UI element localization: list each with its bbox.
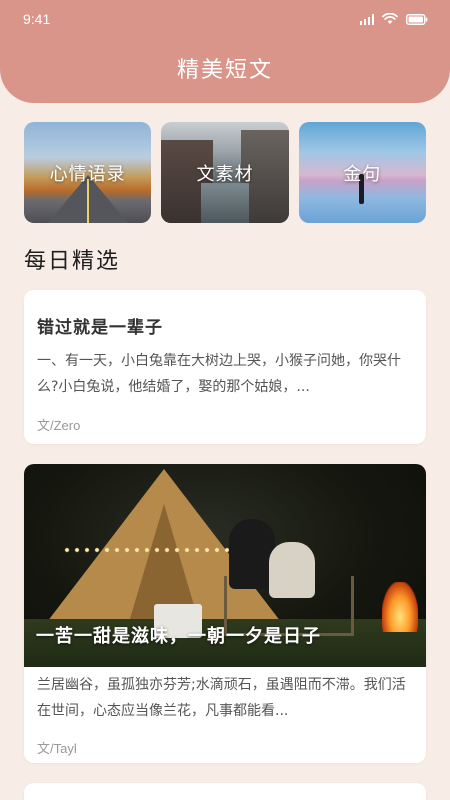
signal-icon <box>359 13 374 25</box>
category-label: 金句 <box>343 163 382 185</box>
article-card[interactable]: 一苦一甜是滋味，一朝一夕是日子 兰居幽谷，虽孤独亦芬芳;水滴顽石，虽遇阻而不滞。… <box>24 464 426 763</box>
campfire-image <box>382 582 418 632</box>
article-card[interactable] <box>24 783 426 800</box>
section-title: 每日精选 <box>24 249 121 274</box>
category-label: 文素材 <box>196 163 254 185</box>
article-image: 一苦一甜是滋味，一朝一夕是日子 <box>24 464 426 667</box>
article-author: 文/Zero <box>37 418 81 433</box>
article-author: 文/Tayl <box>37 741 77 756</box>
category-card-mood-quotes[interactable]: 心情语录 <box>24 122 152 223</box>
category-label: 心情语录 <box>49 163 126 185</box>
article-card[interactable]: 错过就是一辈子 一、有一天，小白兔靠在大树边上哭，小猴子问她，你哭什么?小白兔说… <box>24 290 426 444</box>
battery-icon <box>406 13 428 25</box>
page-title: 精美短文 <box>176 58 273 83</box>
status-icons <box>359 13 429 25</box>
category-card-materials[interactable]: 文素材 <box>161 122 289 223</box>
category-row: 心情语录 文素材 金句 <box>24 122 426 223</box>
article-excerpt: 一、有一天，小白兔靠在大树边上哭，小猴子问她，你哭什么?小白兔说，他结婚了，娶的… <box>37 353 401 395</box>
app-header: 9:41 精美短文 <box>0 0 450 103</box>
status-time: 9:41 <box>23 11 51 27</box>
category-card-golden-sentences[interactable]: 金句 <box>298 122 426 223</box>
article-title: 错过就是一辈子 <box>37 318 163 338</box>
image-caption: 一苦一甜是滋味，一朝一夕是日子 <box>36 626 321 647</box>
article-excerpt: 兰居幽谷，虽孤独亦芬芳;水滴顽石，虽遇阻而不滞。我们活在世间，心态应当像兰花，凡… <box>37 677 406 719</box>
wifi-icon <box>382 13 398 24</box>
